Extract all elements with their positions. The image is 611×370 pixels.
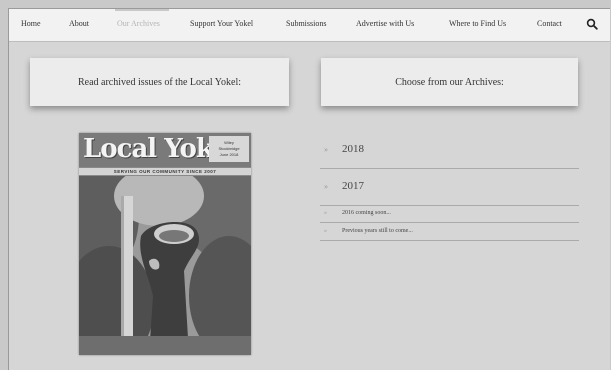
nav-contact[interactable]: Contact — [537, 19, 562, 28]
active-nav-indicator — [115, 9, 169, 11]
chevron-right-icon: » — [324, 210, 327, 216]
cover-photo — [79, 176, 251, 355]
nav-about[interactable]: About — [69, 19, 89, 28]
cover-badge-line: June 2018 — [219, 152, 239, 157]
chevron-right-icon: » — [324, 182, 328, 191]
search-icon[interactable] — [586, 18, 598, 30]
nav-submissions[interactable]: Submissions — [286, 19, 326, 28]
nav-home[interactable]: Home — [21, 19, 41, 28]
archive-year-label: 2017 — [342, 180, 364, 192]
choose-archives-heading: Choose from our Archives: — [395, 76, 504, 88]
choose-archives-panel: Choose from our Archives: — [321, 58, 578, 106]
read-archives-heading: Read archived issues of the Local Yokel: — [77, 76, 242, 88]
archive-note-label: 2016 coming soon... — [342, 210, 391, 216]
chevron-right-icon: » — [324, 228, 327, 234]
archive-note-previous[interactable]: » Previous years still to come... — [320, 223, 579, 241]
archive-year-2017[interactable]: » 2017 — [320, 168, 579, 206]
main-navigation: Home About Our Archives Support Your Yok… — [9, 9, 610, 42]
cover-tagline: SERVING OUR COMMUNITY SINCE 2007 — [79, 168, 251, 175]
nav-advertise-with-us[interactable]: Advertise with Us — [356, 19, 414, 28]
nav-support-your-yokel[interactable]: Support Your Yokel — [190, 19, 253, 28]
archive-year-label: 2018 — [342, 143, 364, 155]
magazine-cover[interactable]: Local Yokel Wiley Stockbridge June 2018 … — [79, 133, 251, 355]
browser-frame: Home About Our Archives Support Your Yok… — [8, 8, 610, 370]
cover-issue-badge: Wiley Stockbridge June 2018 — [209, 136, 249, 162]
chevron-right-icon: » — [324, 145, 328, 154]
archive-note-2016[interactable]: » 2016 coming soon... — [320, 205, 579, 223]
archive-year-2018[interactable]: » 2018 — [320, 131, 579, 169]
nav-where-to-find-us[interactable]: Where to Find Us — [449, 19, 506, 28]
nav-our-archives[interactable]: Our Archives — [117, 19, 160, 28]
read-archives-panel: Read archived issues of the Local Yokel: — [30, 58, 289, 106]
cover-masthead: Local Yokel Wiley Stockbridge June 2018 — [79, 133, 251, 167]
archive-note-label: Previous years still to come... — [342, 228, 413, 234]
